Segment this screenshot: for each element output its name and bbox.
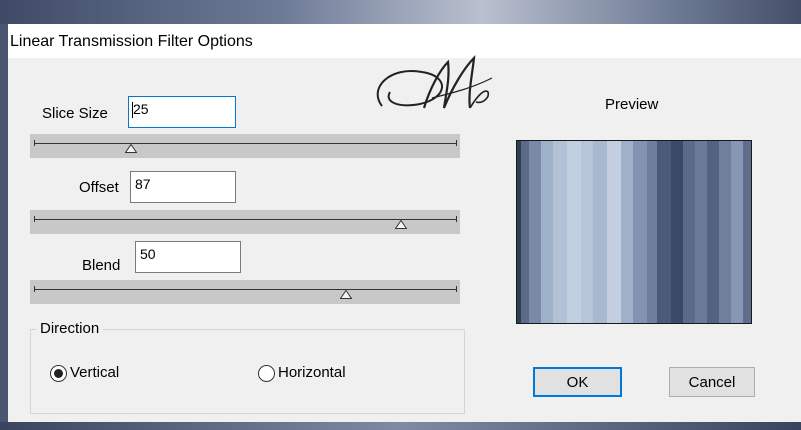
slice-size-slider[interactable] [30,134,460,158]
slice-size-value: 25 [133,101,149,117]
script-monogram-logo [376,55,493,109]
slice-size-label: Slice Size [42,105,108,122]
preview-image [516,140,752,324]
blend-label: Blend [82,257,121,274]
blend-value: 50 [140,246,156,262]
blend-input[interactable]: 50 [135,241,241,273]
offset-value: 87 [135,176,151,192]
slider-track-end [456,140,457,146]
text-caret [132,102,133,118]
slider-track-end [456,286,457,292]
window-frame-top [0,0,801,24]
ok-button[interactable]: OK [533,367,622,397]
slider-track [34,219,456,220]
slider-track [34,143,456,144]
radio-selected-dot [54,369,63,378]
filter-options-dialog: Linear Transmission Filter Options Slice… [8,24,801,422]
dialog-title: Linear Transmission Filter Options [10,33,253,50]
slider-thumb[interactable] [125,144,138,153]
offset-input[interactable]: 87 [130,171,236,203]
direction-legend: Direction [36,320,104,337]
slider-track-end [34,140,35,146]
slice-size-input[interactable]: 25 [128,96,236,128]
offset-slider[interactable] [30,210,460,234]
window-frame-bottom [0,422,801,430]
slider-track-end [34,216,35,222]
cancel-button[interactable]: Cancel [669,367,755,397]
ok-button-label: OK [566,373,589,391]
vertical-radio-label[interactable]: Vertical [70,364,119,381]
vertical-radio[interactable] [50,365,67,382]
slider-track [34,289,456,290]
preview-label: Preview [605,96,659,113]
horizontal-radio[interactable] [258,365,275,382]
blend-slider[interactable] [30,280,460,304]
slider-thumb[interactable] [340,290,353,299]
slider-track-end [34,286,35,292]
horizontal-radio-label[interactable]: Horizontal [278,364,346,381]
cancel-button-label: Cancel [688,373,736,391]
slider-thumb[interactable] [395,220,408,229]
slider-track-end [456,216,457,222]
offset-label: Offset [79,179,119,196]
